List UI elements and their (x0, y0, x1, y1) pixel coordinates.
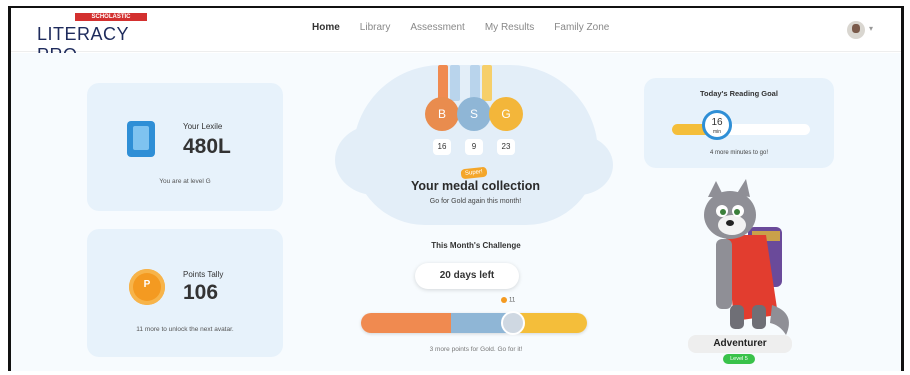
goal-sub-text: 4 more minutes to go! (709, 150, 769, 156)
medal-ribbon (438, 65, 448, 101)
coin-icon: P (129, 269, 165, 305)
timer-icon: 16 min (702, 110, 732, 140)
nav-my-results[interactable]: My Results (485, 22, 534, 33)
app-frame: SCHOLASTIC LITERACY PRO Home Library Ass… (8, 6, 904, 371)
silver-count: 9 (465, 139, 483, 155)
profile-avatar-icon[interactable] (847, 21, 865, 39)
book-icon (127, 121, 155, 157)
main-nav: Home Library Assessment My Results Famil… (312, 22, 609, 33)
medal-collection-card[interactable]: B S G 16 9 23 Super! Your medal collecti… (335, 65, 613, 225)
avatar-name: Adventurer (688, 335, 792, 353)
challenge-note: 3 more points for Gold. Go for it! (429, 346, 523, 353)
nav-family-zone[interactable]: Family Zone (554, 22, 609, 33)
wolf-mascot-avatar[interactable] (686, 175, 804, 343)
bronze-count: 16 (433, 139, 451, 155)
nav-library[interactable]: Library (360, 22, 391, 33)
silver-medal-icon: S (457, 97, 491, 131)
coin-marker-value: 11 (509, 297, 516, 304)
lexile-level-text: You are at level G (159, 178, 211, 185)
avatar-progress-pin-icon (501, 311, 525, 335)
lexile-card[interactable]: Your Lexile 480L You are at level G (87, 83, 283, 211)
points-label: Points Tally (183, 270, 224, 279)
nav-home[interactable]: Home (312, 22, 340, 33)
coin-marker: 11 (501, 297, 515, 304)
medal-ribbon (482, 65, 492, 101)
literacy-pro-logo[interactable]: SCHOLASTIC LITERACY PRO (37, 13, 162, 65)
nav-assessment[interactable]: Assessment (410, 22, 464, 33)
dashboard: Your Lexile 480L You are at level G P Po… (11, 53, 901, 371)
avatar-level-badge: Level 5 (723, 354, 755, 364)
challenge-segment (361, 313, 452, 333)
medal-ribbon (470, 65, 480, 101)
medal-ribbon (450, 65, 460, 101)
coin-letter: P (143, 279, 151, 290)
lexile-label: Your Lexile (183, 122, 223, 131)
days-left-pill: 20 days left (415, 263, 519, 289)
super-badge: Super! (460, 166, 488, 180)
reading-goal-card[interactable]: Today's Reading Goal 16 min 4 more minut… (644, 78, 834, 168)
points-value: 106 (183, 281, 219, 304)
chevron-down-icon[interactable]: ▾ (869, 24, 873, 33)
challenge-title: This Month's Challenge (431, 241, 521, 250)
challenge-progress-bar (361, 313, 587, 333)
medal-subtitle: Go for Gold again this month! (429, 198, 522, 205)
gold-count: 23 (497, 139, 515, 155)
top-nav-bar: SCHOLASTIC LITERACY PRO Home Library Ass… (11, 8, 901, 65)
bronze-medal-icon: B (425, 97, 459, 131)
medal-title: Your medal collection (411, 179, 540, 193)
goal-title: Today's Reading Goal (700, 89, 778, 98)
points-card[interactable]: P Points Tally 106 11 more to unlock the… (87, 229, 283, 357)
scholastic-badge: SCHOLASTIC (75, 13, 147, 21)
goal-minutes: 16 (711, 117, 723, 128)
coin-icon (501, 297, 507, 303)
gold-medal-icon: G (489, 97, 523, 131)
goal-progress-track (672, 124, 810, 135)
points-sub-text: 11 more to unlock the next avatar. (136, 326, 234, 333)
lexile-value: 480L (183, 135, 231, 158)
goal-unit: min (712, 129, 722, 135)
challenge-segment (519, 313, 587, 333)
